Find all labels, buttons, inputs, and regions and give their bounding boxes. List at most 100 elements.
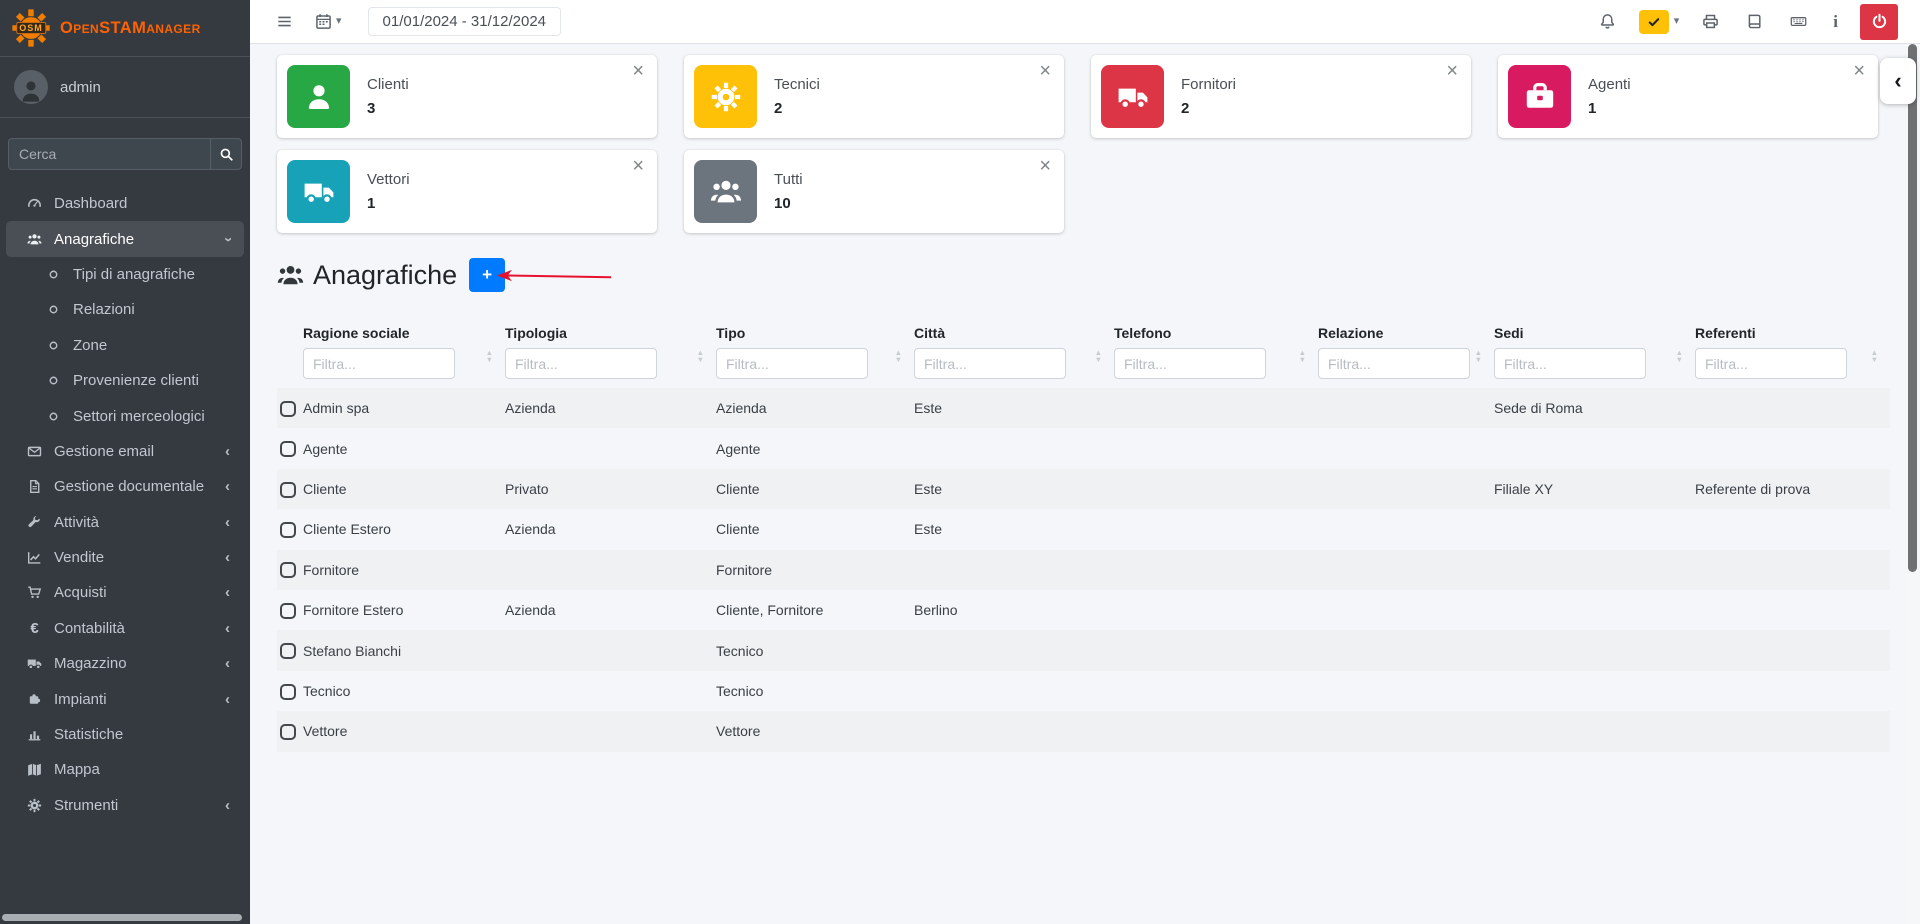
sort-arrows-icon[interactable]: ▲▼ xyxy=(1676,349,1683,363)
stat-card-fornitori[interactable]: Fornitori2× xyxy=(1091,55,1471,138)
user-name[interactable]: admin xyxy=(60,79,101,96)
sidebar-item-vendite[interactable]: Vendite‹ xyxy=(6,540,244,575)
filter-input-tipo[interactable] xyxy=(716,348,868,379)
table-cell: Este xyxy=(914,509,1114,549)
column-header-relazione[interactable]: Relazione▲▼ xyxy=(1318,325,1494,388)
vertical-scrollbar[interactable] xyxy=(1906,44,1920,924)
logout-button[interactable] xyxy=(1860,4,1898,40)
scrollbar-thumb[interactable] xyxy=(1908,44,1917,572)
sort-arrows-icon[interactable]: ▲▼ xyxy=(486,349,493,363)
scrollbar-thumb[interactable] xyxy=(2,914,242,921)
sidebar-subitem-provenienze-clienti[interactable]: Provenienze clienti xyxy=(6,363,244,398)
close-icon[interactable]: × xyxy=(1039,156,1051,176)
filter-input-referenti[interactable] xyxy=(1695,348,1847,379)
sidebar-item-anagrafiche[interactable]: Anagrafiche‹ xyxy=(6,221,244,256)
filter-input-relazione[interactable] xyxy=(1318,348,1470,379)
table-row-admin-spa[interactable]: Admin spaAziendaAziendaEsteSede di Roma xyxy=(277,388,1890,428)
docs-button[interactable] xyxy=(1742,9,1767,34)
filter-input-sedi[interactable] xyxy=(1494,348,1646,379)
filter-input-ragione-sociale[interactable] xyxy=(303,348,455,379)
sidebar-item-gestione-email[interactable]: Gestione email‹ xyxy=(6,434,244,469)
user-icon xyxy=(287,65,350,128)
table-cell xyxy=(1494,711,1695,751)
collapse-panel-button[interactable]: ‹ xyxy=(1880,58,1916,104)
sidebar-horizontal-scrollbar[interactable] xyxy=(2,914,248,922)
column-header-tipologia[interactable]: Tipologia▲▼ xyxy=(505,325,716,388)
close-icon[interactable]: × xyxy=(632,156,644,176)
sort-arrows-icon[interactable]: ▲▼ xyxy=(1475,349,1482,363)
sidebar-item-dashboard[interactable]: Dashboard xyxy=(6,186,244,221)
filter-input-telefono[interactable] xyxy=(1114,348,1266,379)
sidebar-subitem-tipi-di-anagrafiche[interactable]: Tipi di anagrafiche xyxy=(6,257,244,292)
table-row-vettore[interactable]: VettoreVettore xyxy=(277,711,1890,751)
shortcuts-button[interactable] xyxy=(1786,9,1811,34)
row-checkbox[interactable] xyxy=(280,724,296,740)
stat-card-vettori[interactable]: Vettori1× xyxy=(277,150,657,233)
stat-card-clienti[interactable]: Clienti3× xyxy=(277,55,657,138)
filter-input-citt[interactable] xyxy=(914,348,1066,379)
sort-arrows-icon[interactable]: ▲▼ xyxy=(1095,349,1102,363)
column-header-telefono[interactable]: Telefono▲▼ xyxy=(1114,325,1318,388)
table-cell xyxy=(505,711,716,751)
table-row-stefano-bianchi[interactable]: Stefano BianchiTecnico xyxy=(277,630,1890,670)
notifications-button[interactable] xyxy=(1595,9,1620,34)
sidebar-item-magazzino[interactable]: Magazzino‹ xyxy=(6,646,244,681)
sidebar-toggle-button[interactable] xyxy=(272,9,297,34)
sidebar-subitem-relazioni[interactable]: Relazioni xyxy=(6,292,244,327)
sidebar-item-attivit[interactable]: Attività‹ xyxy=(6,505,244,540)
sidebar-item-contabilit[interactable]: €Contabilità‹ xyxy=(6,611,244,646)
table-row-fornitore-estero[interactable]: Fornitore EsteroAziendaCliente, Fornitor… xyxy=(277,590,1890,630)
status-check-dropdown[interactable]: ▾ xyxy=(1639,10,1680,34)
sidebar-subitem-zone[interactable]: Zone xyxy=(6,328,244,363)
table-row-cliente[interactable]: ClientePrivatoClienteEsteFiliale XYRefer… xyxy=(277,469,1890,509)
close-icon[interactable]: × xyxy=(632,61,644,81)
sort-arrows-icon[interactable]: ▲▼ xyxy=(1299,349,1306,363)
sidebar-item-acquisti[interactable]: Acquisti‹ xyxy=(6,575,244,610)
table-row-agente[interactable]: AgenteAgente xyxy=(277,428,1890,468)
sidebar-item-impianti[interactable]: Impianti‹ xyxy=(6,681,244,716)
row-checkbox[interactable] xyxy=(280,643,296,659)
checkbox-cell xyxy=(277,550,303,590)
row-checkbox[interactable] xyxy=(280,482,296,498)
truck-icon xyxy=(1101,65,1164,128)
table-row-tecnico[interactable]: TecnicoTecnico xyxy=(277,671,1890,711)
table-body: Admin spaAziendaAziendaEsteSede di RomaA… xyxy=(277,388,1890,752)
row-checkbox[interactable] xyxy=(280,401,296,417)
close-icon[interactable]: × xyxy=(1853,61,1865,81)
table-row-cliente-estero[interactable]: Cliente EsteroAziendaClienteEste xyxy=(277,509,1890,549)
close-icon[interactable]: × xyxy=(1446,61,1458,81)
sidebar-item-gestione-documentale[interactable]: Gestione documentale‹ xyxy=(6,469,244,504)
row-checkbox[interactable] xyxy=(280,562,296,578)
sidebar-item-strumenti[interactable]: Strumenti‹ xyxy=(6,788,244,823)
column-header-citt[interactable]: Città▲▼ xyxy=(914,325,1114,388)
row-checkbox[interactable] xyxy=(280,522,296,538)
sidebar-subitem-settori-merceologici[interactable]: Settori merceologici xyxy=(6,398,244,433)
calendar-dropdown-button[interactable]: ▾ xyxy=(311,9,346,34)
close-icon[interactable]: × xyxy=(1039,61,1051,81)
column-header-tipo[interactable]: Tipo▲▼ xyxy=(716,325,914,388)
row-checkbox[interactable] xyxy=(280,441,296,457)
stat-card-tecnici[interactable]: Tecnici2 × xyxy=(684,55,1064,138)
sort-arrows-icon[interactable]: ▲▼ xyxy=(697,349,704,363)
sidebar-item-statistiche[interactable]: Statistiche xyxy=(6,717,244,752)
sidebar-item-mappa[interactable]: Mappa xyxy=(6,752,244,787)
filter-input-tipologia[interactable] xyxy=(505,348,657,379)
stat-card-body: Tecnici2 xyxy=(774,76,820,117)
column-header-ragione-sociale[interactable]: Ragione sociale▲▼ xyxy=(303,325,505,388)
stat-card-tutti[interactable]: Tutti10× xyxy=(684,150,1064,233)
file-icon xyxy=(24,479,45,494)
sort-arrows-icon[interactable]: ▲▼ xyxy=(1871,349,1878,363)
print-button[interactable] xyxy=(1698,9,1723,34)
table-row-fornitore[interactable]: FornitoreFornitore xyxy=(277,550,1890,590)
brand[interactable]: OSM OpenSTAManager xyxy=(0,0,250,57)
column-header-referenti[interactable]: Referenti▲▼ xyxy=(1695,325,1890,388)
column-header-sedi[interactable]: Sedi▲▼ xyxy=(1494,325,1695,388)
search-input[interactable] xyxy=(8,138,210,170)
search-button[interactable] xyxy=(210,138,242,170)
info-button[interactable]: i xyxy=(1830,12,1841,32)
date-range-picker[interactable]: 01/01/2024 - 31/12/2024 xyxy=(368,7,561,36)
row-checkbox[interactable] xyxy=(280,603,296,619)
sort-arrows-icon[interactable]: ▲▼ xyxy=(895,349,902,363)
row-checkbox[interactable] xyxy=(280,684,296,700)
stat-card-agenti[interactable]: Agenti1× xyxy=(1498,55,1878,138)
